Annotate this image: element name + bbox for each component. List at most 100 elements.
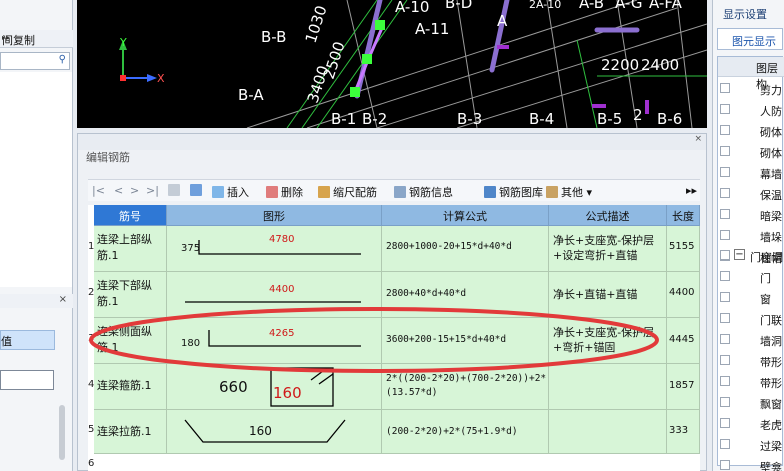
length-cell[interactable]: 333: [667, 410, 700, 454]
length-cell[interactable]: 1857: [667, 364, 700, 410]
more-icon[interactable]: ▸▸: [686, 184, 697, 197]
grip-point[interactable]: [350, 87, 360, 97]
formula-cell[interactable]: (200-2*20)+2*(75+1.9*d): [382, 410, 549, 454]
checkbox[interactable]: [720, 460, 730, 470]
move-up-button[interactable]: [168, 184, 183, 197]
checkbox[interactable]: [720, 167, 730, 177]
formula-cell[interactable]: 2*((200-2*20)+(700-2*20))+2*(13.57*d): [382, 364, 549, 410]
table-row[interactable]: 连梁拉筋.1: [94, 410, 167, 454]
grid-line: [456, 0, 478, 128]
layer-item[interactable]: 过梁: [718, 434, 784, 455]
other-menu-button[interactable]: 其他 ▾: [546, 184, 592, 200]
checkbox[interactable]: [720, 188, 730, 198]
layer-item[interactable]: 老虎: [718, 413, 784, 434]
close-icon[interactable]: ×: [59, 294, 67, 305]
description-cell[interactable]: 净长+支座宽-保护层+弯折+锚固: [549, 318, 667, 364]
layer-item[interactable]: 飘窗: [718, 392, 784, 413]
table-row[interactable]: 连梁下部纵筋.1: [94, 272, 167, 318]
checkbox[interactable]: [720, 230, 730, 240]
checkbox[interactable]: [720, 104, 730, 114]
checkbox[interactable]: [720, 418, 730, 428]
layer-item[interactable]: 剪力: [718, 78, 784, 99]
move-down-button[interactable]: [190, 184, 205, 197]
length-cell[interactable]: 4400: [667, 272, 700, 318]
formula-cell[interactable]: 2800+40*d+40*d: [382, 272, 549, 318]
column-header[interactable]: 计算公式: [382, 205, 549, 226]
layer-item[interactable]: 门联: [718, 308, 784, 329]
collapse-icon[interactable]: −: [734, 249, 745, 260]
rebar-shape-cell[interactable]: 180 4265: [167, 318, 382, 364]
formula-cell[interactable]: 3600+200-15+15*d+40*d: [382, 318, 549, 364]
checkbox[interactable]: [720, 334, 730, 344]
checkbox[interactable]: [720, 439, 730, 449]
layer-item[interactable]: 暗梁: [718, 204, 784, 225]
description-cell[interactable]: [549, 410, 667, 454]
insert-button[interactable]: 插入: [212, 184, 249, 200]
checkbox[interactable]: [720, 83, 730, 93]
layer-item[interactable]: 窗: [718, 287, 784, 308]
rebar-shape-cell[interactable]: 4400: [167, 272, 382, 318]
rebar-shape-cell[interactable]: 375 4780: [167, 226, 382, 272]
checkbox[interactable]: [720, 146, 730, 156]
first-record-button[interactable]: |<: [92, 184, 105, 197]
column-header[interactable]: 长度: [667, 205, 700, 226]
layer-item-label: 剪力: [760, 84, 782, 97]
checkbox[interactable]: [720, 313, 730, 323]
left-search-input[interactable]: ⚲: [0, 52, 70, 70]
table-row[interactable]: [94, 454, 700, 471]
checkbox[interactable]: [720, 355, 730, 365]
last-record-button[interactable]: >|: [146, 184, 159, 197]
column-header[interactable]: 图形: [167, 205, 382, 226]
table-row[interactable]: 连梁侧面纵筋.1: [94, 318, 167, 364]
scale-rebar-button[interactable]: 缩尺配筋: [318, 184, 377, 200]
left-panel-header[interactable]: 间复制 ▸▸: [0, 30, 73, 48]
rebar-shape-cell[interactable]: 660 160: [167, 364, 382, 410]
description-cell[interactable]: 净长+直锚+直锚: [549, 272, 667, 318]
close-icon[interactable]: ×: [694, 134, 702, 144]
tab-element-display[interactable]: 图元显示: [717, 28, 783, 50]
grip-point[interactable]: [375, 20, 385, 30]
prev-record-button[interactable]: <: [114, 184, 123, 197]
checkbox[interactable]: [720, 125, 730, 135]
checkbox[interactable]: [720, 271, 730, 281]
layer-item[interactable]: 墙洞: [718, 329, 784, 350]
layer-item[interactable]: 砌体: [718, 120, 784, 141]
rebar-info-button[interactable]: 钢筋信息: [394, 184, 453, 200]
description-cell[interactable]: [549, 364, 667, 410]
layer-item[interactable]: 带形: [718, 371, 784, 392]
left-scrollbar[interactable]: [59, 405, 65, 460]
checkbox[interactable]: [720, 397, 730, 407]
rebar-shape-cell[interactable]: 160: [167, 410, 382, 454]
layer-item[interactable]: 幕墙: [718, 162, 784, 183]
checkbox[interactable]: [720, 376, 730, 386]
table-row[interactable]: 连梁上部纵筋.1: [94, 226, 167, 272]
expand-icon[interactable]: ▸▸: [2, 33, 70, 42]
left-value-input[interactable]: [0, 370, 54, 390]
layer-item[interactable]: 人防: [718, 99, 784, 120]
formula-cell[interactable]: 2800+1000-20+15*d+40*d: [382, 226, 549, 272]
checkbox[interactable]: [720, 292, 730, 302]
grip-point[interactable]: [362, 54, 372, 64]
next-record-button[interactable]: >: [130, 184, 139, 197]
rebar-library-button[interactable]: 钢筋图库: [484, 184, 543, 200]
search-icon[interactable]: ⚲: [59, 54, 66, 65]
checkbox[interactable]: [720, 209, 730, 219]
column-header[interactable]: 筋号: [94, 205, 167, 226]
cad-viewport[interactable]: Y X A-10 B-D A-11 A B-A B-B B-1 B-2 B-3 …: [77, 0, 707, 128]
layer-item[interactable]: 壁龛: [718, 455, 784, 471]
column-header[interactable]: 公式描述: [549, 205, 667, 226]
checkbox[interactable]: [720, 250, 730, 260]
layer-group-doors-windows[interactable]: − 门窗洞: [718, 245, 784, 266]
description-cell[interactable]: 净长+支座宽-保护层+设定弯折+直锚: [549, 226, 667, 272]
left-selected-row[interactable]: 值: [0, 330, 55, 350]
layer-item[interactable]: 保温: [718, 183, 784, 204]
layer-item[interactable]: 门: [718, 266, 784, 287]
rebar-library-label: 钢筋图库: [499, 186, 543, 199]
layer-item[interactable]: 带形: [718, 350, 784, 371]
length-cell[interactable]: 5155: [667, 226, 700, 272]
delete-button[interactable]: 删除: [266, 184, 303, 200]
length-cell[interactable]: 4445: [667, 318, 700, 364]
layer-item[interactable]: 砌体: [718, 141, 784, 162]
layer-item[interactable]: 墙垛: [718, 225, 784, 246]
table-row[interactable]: 连梁箍筋.1: [94, 364, 167, 410]
